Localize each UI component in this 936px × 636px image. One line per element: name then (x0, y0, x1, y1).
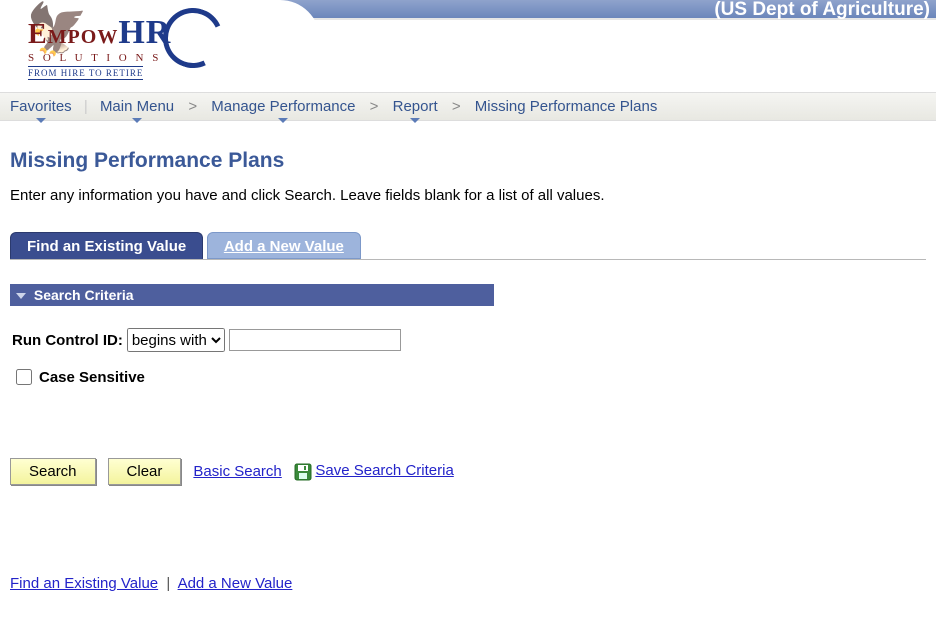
logo-text: EmpowHR (28, 2, 238, 52)
breadcrumb-main-menu[interactable]: Main Menu (94, 96, 180, 117)
logo: 🦅 EmpowHR S O L U T I O N S FROM HIRE TO… (28, 2, 238, 80)
breadcrumb-item-0[interactable]: Manage Performance (205, 96, 361, 117)
case-sensitive-row: Case Sensitive (12, 366, 924, 388)
case-sensitive-label: Case Sensitive (39, 369, 145, 386)
action-row: Search Clear Basic Search Save Search Cr… (10, 458, 926, 485)
tab-add-new[interactable]: Add a New Value (207, 232, 361, 259)
breadcrumb-favorites[interactable]: Favorites (4, 96, 78, 117)
breadcrumb-item-1[interactable]: Report (387, 96, 444, 117)
bottom-link-find[interactable]: Find an Existing Value (10, 575, 158, 592)
run-control-row: Run Control ID: begins with (12, 328, 924, 352)
search-criteria-title: Search Criteria (34, 287, 134, 303)
run-control-input[interactable] (229, 329, 401, 351)
search-criteria-header[interactable]: Search Criteria (10, 284, 494, 306)
page-title: Missing Performance Plans (10, 149, 926, 173)
bottom-link-sep: | (162, 575, 174, 592)
logo-text-empow: Empow (28, 19, 118, 50)
bottom-link-add[interactable]: Add a New Value (178, 575, 293, 592)
search-button[interactable]: Search (10, 458, 96, 485)
breadcrumb: Favorites | Main Menu > Manage Performan… (0, 92, 936, 121)
tab-find-existing[interactable]: Find an Existing Value (10, 232, 203, 259)
bottom-links: Find an Existing Value | Add a New Value (10, 575, 926, 592)
operator-select[interactable]: begins with (127, 328, 225, 352)
save-search-link[interactable]: Save Search Criteria (315, 462, 453, 479)
org-label: (US Dept of Agriculture) (714, 0, 930, 20)
clear-button[interactable]: Clear (108, 458, 182, 485)
collapse-icon (16, 293, 26, 299)
basic-search-link[interactable]: Basic Search (193, 463, 281, 480)
breadcrumb-sep: > (184, 98, 201, 115)
logo-text-hr: HR (118, 14, 171, 51)
breadcrumb-item-2[interactable]: Missing Performance Plans (469, 96, 664, 117)
page-instructions: Enter any information you have and click… (10, 187, 926, 204)
case-sensitive-checkbox[interactable] (16, 369, 32, 385)
tab-row: Find an Existing Value Add a New Value (10, 232, 926, 260)
search-criteria: Run Control ID: begins with Case Sensiti… (10, 306, 926, 398)
breadcrumb-sep: > (366, 98, 383, 115)
save-group: Save Search Criteria (294, 462, 454, 481)
run-control-label: Run Control ID: (12, 332, 123, 349)
header: (US Dept of Agriculture) 🦅 EmpowHR S O L… (0, 0, 936, 92)
breadcrumb-sep: > (448, 98, 465, 115)
breadcrumb-divider: | (82, 98, 90, 115)
logo-sub1: S O L U T I O N S (28, 52, 238, 64)
logo-sub2: FROM HIRE TO RETIRE (28, 66, 143, 80)
content: Missing Performance Plans Enter any info… (0, 121, 936, 602)
save-icon (294, 463, 312, 481)
